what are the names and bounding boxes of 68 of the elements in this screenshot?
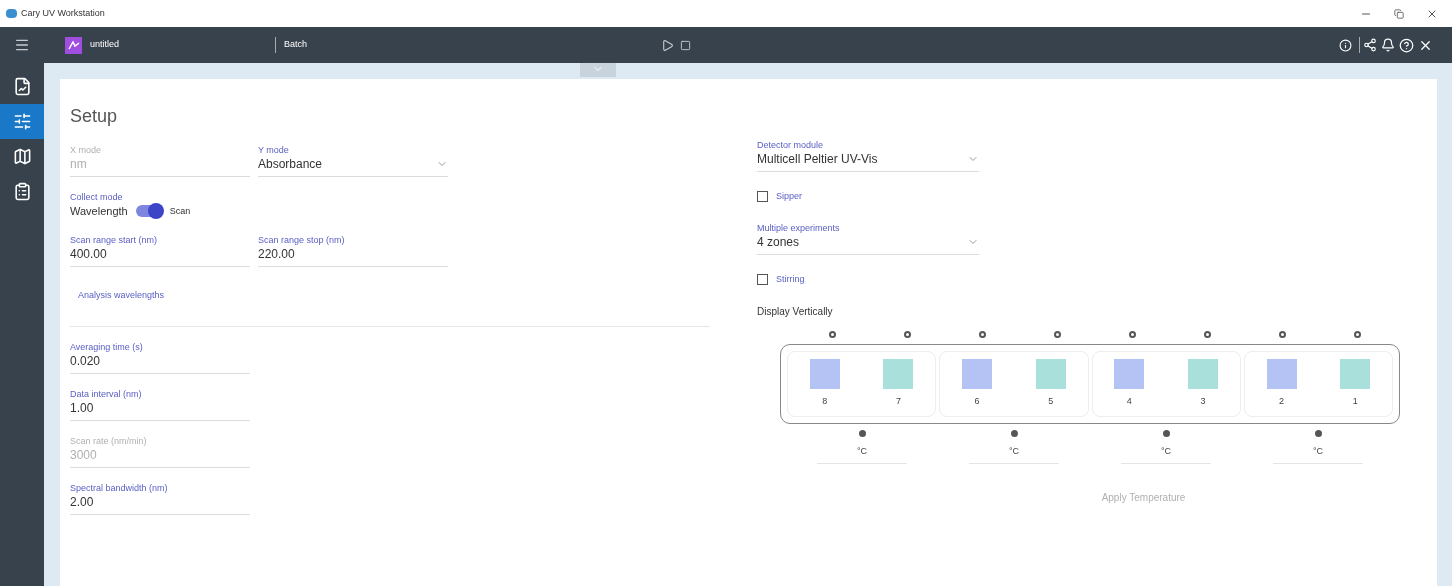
position-indicator bbox=[1279, 331, 1286, 338]
cell-number: 4 bbox=[1126, 395, 1132, 409]
checkbox[interactable] bbox=[757, 273, 768, 285]
checkbox-row[interactable]: Stirring bbox=[757, 272, 805, 286]
document-title: untitled bbox=[90, 38, 121, 52]
cell-number: 5 bbox=[1048, 395, 1054, 409]
dropdown-field[interactable]: Detector module Multicell Peltier UV-Vis bbox=[757, 139, 979, 172]
cell-number: 1 bbox=[1352, 395, 1358, 409]
zone-indicator bbox=[1162, 430, 1170, 437]
menu-icon[interactable] bbox=[14, 37, 30, 53]
restore-icon[interactable] bbox=[1394, 8, 1404, 19]
field-label: Collect mode bbox=[70, 191, 124, 203]
temperature-field[interactable]: °C bbox=[817, 445, 907, 464]
position-indicator bbox=[1204, 331, 1211, 338]
input-field[interactable]: Data interval (nm) 1.00 bbox=[70, 387, 250, 421]
mode-label: Batch bbox=[284, 38, 307, 52]
input-field[interactable]: Scan range start (nm) 400.00 bbox=[70, 233, 250, 267]
input-field[interactable]: Averaging time (s) 0.020 bbox=[70, 340, 250, 374]
position-indicator bbox=[979, 331, 986, 338]
window-title: Cary UV Workstation bbox=[21, 6, 105, 20]
toggle-switch[interactable] bbox=[135, 205, 162, 218]
position-indicator bbox=[904, 331, 911, 338]
map-icon bbox=[12, 147, 32, 166]
cell-number: 3 bbox=[1200, 395, 1206, 409]
cuvette-cell[interactable] bbox=[962, 359, 993, 390]
cuvette-cell[interactable] bbox=[1187, 359, 1218, 390]
toggle-label: Wavelength bbox=[70, 204, 128, 219]
checkbox-row[interactable]: Sipper bbox=[757, 190, 802, 204]
cuvette-cell[interactable] bbox=[883, 359, 914, 390]
panel-title: Setup bbox=[70, 105, 119, 128]
position-indicator bbox=[829, 331, 836, 338]
cell-number: 2 bbox=[1279, 395, 1285, 409]
section-label: Display Vertically bbox=[757, 305, 834, 319]
help-icon[interactable] bbox=[1399, 37, 1414, 53]
temperature-field[interactable]: °C bbox=[969, 445, 1059, 464]
zone-indicator bbox=[1010, 430, 1018, 437]
share-icon[interactable] bbox=[1363, 38, 1377, 52]
cuvette-cell[interactable] bbox=[1114, 359, 1145, 390]
toggle-label: Scan bbox=[169, 204, 191, 218]
cell-number: 6 bbox=[974, 395, 980, 409]
cuvette-cell[interactable] bbox=[1035, 359, 1066, 390]
input-field[interactable]: Scan range stop (nm) 220.00 bbox=[258, 233, 448, 267]
stop-icon[interactable] bbox=[680, 39, 691, 51]
play-icon[interactable] bbox=[661, 38, 674, 52]
checkbox[interactable] bbox=[757, 191, 768, 203]
cell-number: 8 bbox=[822, 395, 828, 409]
temperature-field[interactable]: °C bbox=[1273, 445, 1363, 464]
position-indicator bbox=[1054, 331, 1061, 338]
section-label: Analysis wavelengths bbox=[78, 289, 165, 300]
cell-number: 7 bbox=[895, 395, 901, 409]
position-indicator bbox=[1129, 331, 1136, 338]
cuvette-cell[interactable] bbox=[1266, 359, 1297, 390]
zone-indicator bbox=[858, 430, 866, 437]
position-indicator bbox=[1354, 331, 1361, 338]
clipboard-icon bbox=[12, 182, 32, 201]
dropdown-field[interactable]: Y mode Absorbance bbox=[258, 144, 448, 177]
app-icon bbox=[6, 9, 17, 18]
cuvette-cell[interactable] bbox=[1340, 359, 1371, 390]
zone-indicator bbox=[1314, 430, 1322, 437]
info-icon[interactable] bbox=[1339, 38, 1352, 52]
input-field[interactable]: Spectral bandwidth (nm) 2.00 bbox=[70, 481, 250, 515]
cuvette-cell[interactable] bbox=[809, 359, 840, 390]
sliders-icon bbox=[12, 112, 32, 131]
document-logo bbox=[65, 36, 82, 54]
dropdown-field[interactable]: Multiple experiments 4 zones bbox=[757, 221, 979, 255]
temperature-field[interactable]: °C bbox=[1121, 445, 1211, 464]
bell-icon[interactable] bbox=[1381, 38, 1395, 52]
report-icon bbox=[12, 77, 32, 96]
